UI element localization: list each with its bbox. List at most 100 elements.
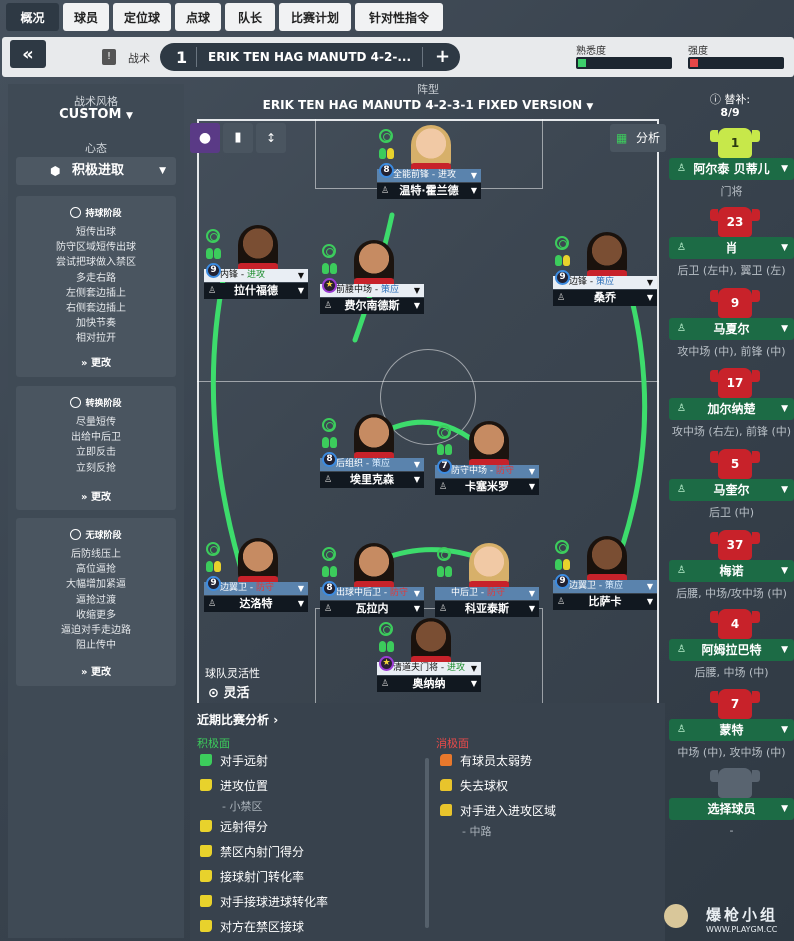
player-cb2[interactable]: 中后卫 - 防守 ▼ ♙ 科亚泰斯 ▼: [435, 543, 539, 617]
duty-name: 策应: [596, 277, 615, 287]
player-name: 费尔南德斯: [344, 299, 400, 312]
positive-text: 进攻位置: [220, 779, 269, 793]
player-name-selector[interactable]: ♙ 科亚泰斯 ▼: [435, 601, 539, 617]
choose-player-sub: -: [729, 824, 734, 837]
foot-left-icon: [379, 148, 386, 159]
chevron-down-icon: ▼: [297, 271, 304, 280]
chevron-down-icon: ▼: [646, 597, 653, 606]
player-gk[interactable]: 清道夫门将 - 进攻 ▼ ♙ 奥纳纳 ▼ ★: [377, 618, 481, 692]
player-name-selector[interactable]: ♙ 瓦拉内 ▼: [320, 601, 424, 617]
positive-item: 对方在禁区接球: [200, 918, 304, 935]
familiarity-badge: 8: [379, 163, 394, 178]
person-icon: ♙: [324, 604, 333, 614]
thumbs-down-icon: [440, 779, 452, 791]
sub-player-position: 门将: [720, 185, 743, 198]
person-icon: ♙: [208, 286, 217, 296]
chevron-down-icon: ▼: [413, 589, 420, 598]
negative-text: 有球员太弱势: [460, 754, 533, 768]
role-ring-icon: [555, 540, 569, 554]
duty-name: 防守: [256, 583, 275, 593]
role-ring-icon: [322, 547, 336, 561]
foot-left-icon: [437, 566, 444, 577]
role-separator: -: [247, 583, 256, 593]
foot-right-icon: [387, 148, 394, 159]
foot-right-icon: [387, 641, 394, 652]
sub-player-name: 阿姆拉巴特: [701, 643, 762, 657]
player-rw[interactable]: 边锋 - 策应 ▼ ♙ 桑乔 ▼ 9: [553, 232, 657, 306]
feet-icon: [322, 263, 340, 277]
thumbs-up-icon: [200, 754, 212, 766]
sub-player-selector[interactable]: ♙ 梅诺 ▼: [669, 560, 794, 582]
thumbs-up-icon: [200, 870, 212, 882]
player-lb[interactable]: 边翼卫 - 防守 ▼ ♙ 达洛特 ▼ 9: [204, 538, 308, 612]
person-icon: ♙: [557, 597, 566, 607]
foot-left-icon: [206, 248, 213, 259]
role-name: 防守中场: [451, 466, 488, 476]
duty-name: 进攻: [447, 663, 466, 673]
shirt-icon: 7: [710, 689, 760, 719]
role-name: 边锋: [569, 277, 588, 287]
player-name-selector[interactable]: ♙ 拉什福德 ▼: [204, 283, 308, 299]
player-am[interactable]: 前腰中场 - 策应 ▼ ♙ 费尔南德斯 ▼ ★: [320, 240, 424, 314]
sub-player-name: 肖: [725, 241, 738, 255]
player-name-selector[interactable]: ♙ 温特·霍兰德 ▼: [377, 183, 481, 199]
feet-icon: [379, 148, 397, 162]
sub-player-position: 攻中场 (中), 前锋 (中): [677, 345, 786, 358]
sub-player-selector[interactable]: ♙ 马夏尔 ▼: [669, 318, 794, 340]
foot-left-icon: [322, 437, 329, 448]
movement-arrow: [210, 272, 248, 585]
player-name-selector[interactable]: ♙ 奥纳纳 ▼: [377, 676, 481, 692]
foot-left-icon: [555, 559, 562, 570]
scrollbar[interactable]: [425, 758, 429, 928]
player-name-selector[interactable]: ♙ 达洛特 ▼: [204, 596, 308, 612]
person-icon: ♙: [677, 484, 686, 495]
player-name-selector[interactable]: ♙ 桑乔 ▼: [553, 290, 657, 306]
player-name-selector[interactable]: ♙ 埃里克森 ▼: [320, 472, 424, 488]
subs-count: 8/9: [720, 106, 740, 119]
person-icon: ♙: [677, 323, 686, 334]
foot-left-icon: [322, 566, 329, 577]
chevron-down-icon: ▼: [646, 293, 653, 302]
player-dm2[interactable]: 防守中场 - 防守 ▼ ♙ 卡塞米罗 ▼ 7: [435, 421, 539, 495]
positive-item: 接球射门转化率: [200, 868, 304, 885]
star-badge-icon: ★: [322, 278, 337, 293]
person-icon: ♙: [439, 604, 448, 614]
sub-player-selector[interactable]: ♙ 肖 ▼: [669, 237, 794, 259]
choose-player-button[interactable]: 选择球员 ▼: [669, 798, 794, 820]
positive-text: 接球射门转化率: [220, 870, 305, 884]
player-name-selector[interactable]: ♙ 卡塞米罗 ▼: [435, 479, 539, 495]
player-name-selector[interactable]: ♙ 费尔南德斯 ▼: [320, 298, 424, 314]
chevron-down-icon: ▼: [646, 582, 653, 591]
player-lw[interactable]: 内锋 - 进攻 ▼ ♙ 拉什福德 ▼ 9: [204, 225, 308, 299]
player-rb[interactable]: 边翼卫 - 策应 ▼ ♙ 比萨卡 ▼ 9: [553, 536, 657, 610]
sub-player-selector[interactable]: ♙ 蒙特 ▼: [669, 719, 794, 741]
player-st[interactable]: 全能前锋 - 进攻 ▼ ♙ 温特·霍兰德 ▼ 8: [377, 125, 481, 199]
foot-right-icon: [330, 263, 337, 274]
sub-player-selector[interactable]: ♙ 加尔纳楚 ▼: [669, 398, 794, 420]
role-name: 后组织: [336, 459, 364, 469]
role-name: 全能前锋: [393, 170, 430, 180]
movement-arrow: [609, 297, 648, 578]
recent-analysis-link[interactable]: 近期比赛分析 ›: [197, 711, 278, 728]
fluidity-value[interactable]: ⊙ 灵活: [208, 682, 249, 701]
role-name: 出球中后卫: [336, 588, 382, 598]
player-dm1[interactable]: 后组织 - 策应 ▼ ♙ 埃里克森 ▼ 8: [320, 414, 424, 488]
role-ring-icon: [379, 129, 393, 143]
sub-player-selector[interactable]: ♙ 阿尔泰 贝蒂儿 ▼: [669, 158, 794, 180]
role-duty-selector[interactable]: 中后卫 - 防守 ▼: [435, 587, 539, 600]
chevron-down-icon: ▼: [413, 286, 420, 295]
role-separator: -: [478, 588, 487, 598]
player-name: 桑乔: [594, 291, 616, 304]
sub-player-selector[interactable]: ♙ 阿姆拉巴特 ▼: [669, 639, 794, 661]
player-cb1[interactable]: 出球中后卫 - 防守 ▼ ♙ 瓦拉内 ▼ 8: [320, 543, 424, 617]
foot-left-icon: [437, 444, 444, 455]
foot-left-icon: [379, 641, 386, 652]
chevron-down-icon: ▼: [528, 589, 535, 598]
foot-right-icon: [445, 566, 452, 577]
player-name-selector[interactable]: ♙ 比萨卡 ▼: [553, 594, 657, 610]
feet-icon: [555, 255, 573, 269]
sub-player-selector[interactable]: ♙ 马奎尔 ▼: [669, 479, 794, 501]
foot-right-icon: [445, 444, 452, 455]
role-separator: -: [438, 663, 447, 673]
duty-name: 进攻: [247, 270, 266, 280]
